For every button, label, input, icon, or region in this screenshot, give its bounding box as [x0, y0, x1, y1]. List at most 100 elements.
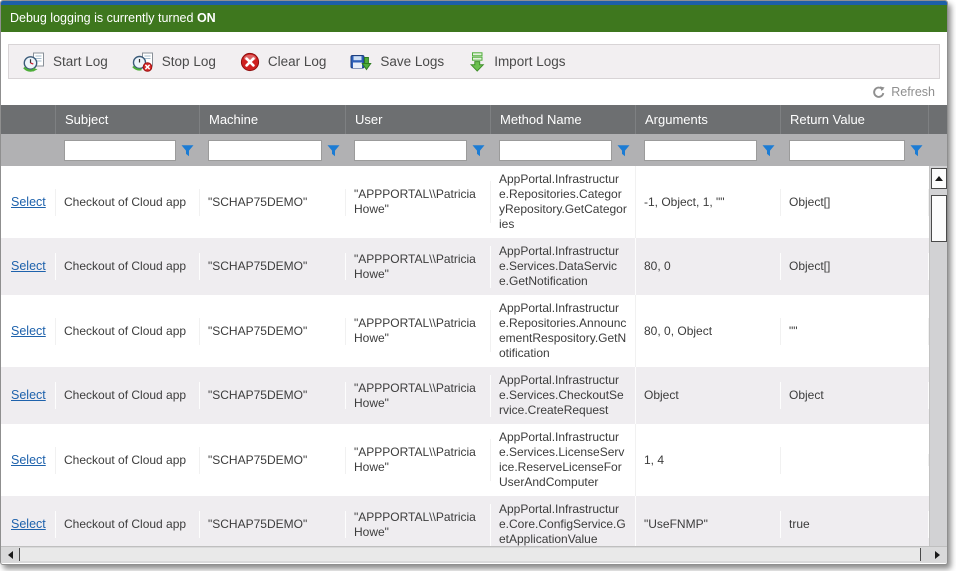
cell-machine: "SCHAP75DEMO" [200, 253, 346, 280]
cell-user: "APPPORTAL\\PatriciaHowe" [346, 375, 491, 417]
cell-method: AppPortal.Infrastructure.Services.Checko… [491, 367, 636, 424]
cell-machine: "SCHAP75DEMO" [200, 189, 346, 216]
refresh-button[interactable]: Refresh [872, 85, 935, 99]
table-row: SelectCheckout of Cloud app"SCHAP75DEMO"… [1, 295, 929, 367]
filter-icon[interactable] [181, 144, 194, 157]
select-cell: Select [1, 189, 56, 216]
stop-log-icon [132, 52, 154, 72]
cell-machine: "SCHAP75DEMO" [200, 382, 346, 409]
vertical-scroll-thumb[interactable] [931, 195, 947, 242]
banner-text: Debug logging is currently turned [10, 11, 193, 25]
cell-method: AppPortal.Infrastructure.Services.DataSe… [491, 238, 636, 295]
scroll-right-button[interactable] [930, 548, 945, 562]
filter-input-arguments[interactable] [644, 140, 757, 161]
clear-log-icon [240, 52, 260, 72]
select-link[interactable]: Select [11, 259, 46, 273]
cell-ret [781, 454, 929, 466]
filter-icon[interactable] [762, 144, 775, 157]
clear-log-label: Clear Log [268, 54, 327, 69]
debug-status-banner: Debug logging is currently turned ON [1, 5, 947, 32]
cell-subject: Checkout of Cloud app [56, 447, 200, 474]
filter-input-machine[interactable] [208, 140, 322, 161]
start-log-icon [23, 52, 45, 72]
column-header-method-name[interactable]: Method Name [491, 105, 636, 134]
column-header-arguments[interactable]: Arguments [636, 105, 781, 134]
scrollbar-spacer [929, 105, 948, 134]
select-link[interactable]: Select [11, 324, 46, 338]
table-header-row: SubjectMachineUserMethod NameArgumentsRe… [1, 105, 947, 134]
select-link[interactable]: Select [11, 195, 46, 209]
clear-log-button[interactable]: Clear Log [230, 45, 341, 78]
stop-log-label: Stop Log [162, 54, 216, 69]
import-logs-button[interactable]: Import Logs [458, 45, 579, 78]
cell-method: AppPortal.Infrastructure.Repositories.Ca… [491, 166, 636, 238]
cell-subject: Checkout of Cloud app [56, 189, 200, 216]
select-cell: Select [1, 447, 56, 474]
filter-icon[interactable] [617, 144, 630, 157]
filter-cell-user [346, 140, 491, 161]
start-log-button[interactable]: Start Log [13, 45, 122, 78]
horizontal-scrollbar[interactable] [1, 546, 947, 563]
filter-input-method-name[interactable] [499, 140, 612, 161]
filter-icon[interactable] [327, 144, 340, 157]
save-logs-button[interactable]: Save Logs [340, 45, 458, 78]
column-header-subject[interactable]: Subject [56, 105, 200, 134]
table-body-area: SelectCheckout of Cloud app"SCHAP75DEMO"… [1, 166, 947, 546]
select-link[interactable]: Select [11, 453, 46, 467]
filter-cell-arguments [636, 140, 781, 161]
stop-log-button[interactable]: Stop Log [122, 45, 230, 78]
select-cell: Select [1, 382, 56, 409]
table-row: SelectCheckout of Cloud app"SCHAP75DEMO"… [1, 496, 929, 546]
filter-cell-machine [200, 140, 346, 161]
cell-method: AppPortal.Infrastructure.Repositories.An… [491, 295, 636, 367]
column-header-machine[interactable]: Machine [200, 105, 346, 134]
refresh-row: Refresh [1, 79, 947, 105]
cell-method: AppPortal.Infrastructure.Core.ConfigServ… [491, 496, 636, 546]
table-filter-row [1, 134, 947, 166]
cell-ret: Object[] [781, 189, 929, 216]
save-logs-icon [350, 52, 372, 72]
refresh-label: Refresh [891, 85, 935, 99]
cell-user: "APPPORTAL\\PatriciaHowe" [346, 310, 491, 352]
filter-input-user[interactable] [354, 140, 467, 161]
vertical-scrollbar[interactable] [929, 166, 947, 546]
cell-subject: Checkout of Cloud app [56, 382, 200, 409]
column-header-user[interactable]: User [346, 105, 491, 134]
toolbar-container: Start Log Stop Log [1, 32, 947, 79]
select-link[interactable]: Select [11, 388, 46, 402]
cell-user: "APPPORTAL\\PatriciaHowe" [346, 439, 491, 481]
header-select-column [1, 105, 56, 134]
table-row: Select Checkout of Cloud app"SCHAP75DEMO"… [1, 367, 929, 424]
cell-args: "UseFNMP" [636, 511, 781, 538]
cell-user: "APPPORTAL\\PatriciaHowe" [346, 246, 491, 288]
table-row: Select Checkout of Cloud app"SCHAP75DEMO"… [1, 424, 929, 496]
column-header-return-value[interactable]: Return Value [781, 105, 929, 134]
horizontal-scroll-thumb[interactable] [19, 548, 921, 561]
cell-machine: "SCHAP75DEMO" [200, 447, 346, 474]
table-rows: SelectCheckout of Cloud app"SCHAP75DEMO"… [1, 166, 929, 546]
filter-icon[interactable] [472, 144, 485, 157]
filter-icon[interactable] [910, 144, 923, 157]
cell-subject: Checkout of Cloud app [56, 318, 200, 345]
select-cell: Select [1, 511, 56, 538]
scroll-up-button[interactable] [931, 168, 947, 189]
refresh-icon [872, 86, 885, 99]
cell-method: AppPortal.Infrastructure.Services.Licens… [491, 424, 636, 496]
select-link[interactable]: Select [11, 517, 46, 531]
filter-input-return-value[interactable] [789, 140, 905, 161]
import-logs-icon [468, 52, 486, 72]
cell-args: 80, 0 [636, 253, 781, 280]
log-toolbar: Start Log Stop Log [8, 44, 940, 79]
filter-input-subject[interactable] [64, 140, 176, 161]
banner-state: ON [197, 11, 216, 25]
right-arrow-icon [935, 551, 940, 559]
select-cell: Select [1, 253, 56, 280]
scroll-left-button[interactable] [3, 548, 18, 562]
cell-ret: Object [781, 382, 929, 409]
up-arrow-icon [935, 176, 943, 181]
cell-args: Object [636, 382, 781, 409]
cell-ret: true [781, 511, 929, 538]
cell-args: 1, 4 [636, 447, 781, 474]
cell-ret: "" [781, 318, 929, 345]
import-logs-label: Import Logs [494, 54, 565, 69]
